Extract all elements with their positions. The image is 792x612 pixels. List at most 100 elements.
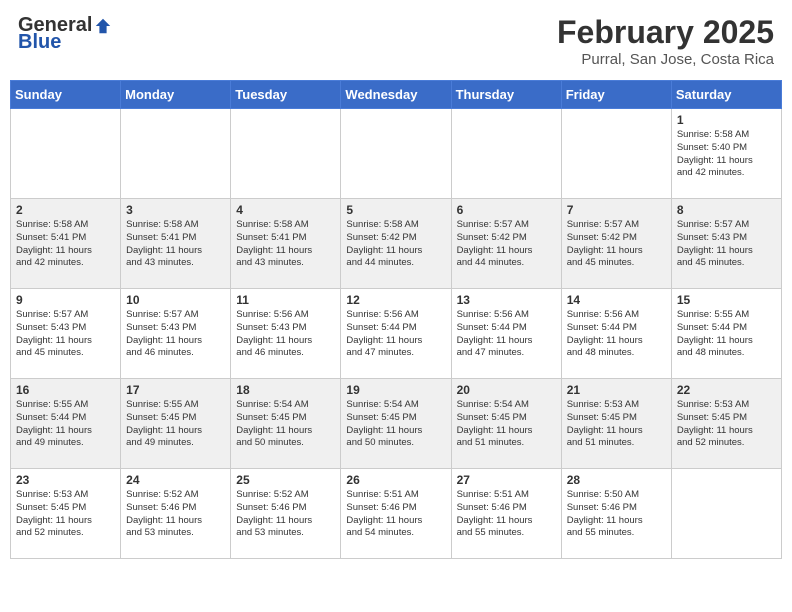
- day-header-saturday: Saturday: [671, 81, 781, 109]
- day-info: Sunrise: 5:58 AM Sunset: 5:41 PM Dayligh…: [236, 219, 335, 270]
- calendar-cell: [451, 109, 561, 199]
- day-info: Sunrise: 5:57 AM Sunset: 5:43 PM Dayligh…: [677, 219, 776, 270]
- day-info: Sunrise: 5:53 AM Sunset: 5:45 PM Dayligh…: [677, 399, 776, 450]
- calendar-cell: 22 Sunrise: 5:53 AM Sunset: 5:45 PM Dayli…: [671, 379, 781, 469]
- day-info: Sunrise: 5:55 AM Sunset: 5:44 PM Dayligh…: [677, 309, 776, 360]
- day-info: Sunrise: 5:57 AM Sunset: 5:42 PM Dayligh…: [567, 219, 666, 270]
- day-number: 4: [236, 203, 335, 217]
- day-info: Sunrise: 5:52 AM Sunset: 5:46 PM Dayligh…: [126, 489, 225, 540]
- day-number: 28: [567, 473, 666, 487]
- day-number: 9: [16, 293, 115, 307]
- day-info: Sunrise: 5:58 AM Sunset: 5:42 PM Dayligh…: [346, 219, 445, 270]
- calendar-cell: 13Sunrise: 5:56 AM Sunset: 5:44 PM Dayli…: [451, 289, 561, 379]
- calendar-table: SundayMondayTuesdayWednesdayThursdayFrid…: [10, 80, 782, 559]
- calendar-cell: 10 Sunrise: 5:57 AM Sunset: 5:43 PM Dayli…: [121, 289, 231, 379]
- day-number: 27: [457, 473, 556, 487]
- calendar-cell: 7 Sunrise: 5:57 AM Sunset: 5:42 PM Daylig…: [561, 199, 671, 289]
- calendar-cell: 20 Sunrise: 5:54 AM Sunset: 5:45 PM Dayli…: [451, 379, 561, 469]
- calendar-cell: 26 Sunrise: 5:51 AM Sunset: 5:46 PM Dayli…: [341, 469, 451, 559]
- location-text: Purral, San Jose, Costa Rica: [557, 51, 774, 68]
- calendar-header-row: SundayMondayTuesdayWednesdayThursdayFrid…: [11, 81, 782, 109]
- calendar-cell: 28 Sunrise: 5:50 AM Sunset: 5:46 PM Dayli…: [561, 469, 671, 559]
- day-info: Sunrise: 5:51 AM Sunset: 5:46 PM Dayligh…: [346, 489, 445, 540]
- calendar-cell: 5 Sunrise: 5:58 AM Sunset: 5:42 PM Daylig…: [341, 199, 451, 289]
- title-block: February 2025 Purral, San Jose, Costa Ri…: [557, 14, 774, 68]
- day-header-wednesday: Wednesday: [341, 81, 451, 109]
- calendar-week-row: 1 Sunrise: 5:58 AM Sunset: 5:40 PM Daylig…: [11, 109, 782, 199]
- day-header-monday: Monday: [121, 81, 231, 109]
- day-info: Sunrise: 5:58 AM Sunset: 5:41 PM Dayligh…: [126, 219, 225, 270]
- calendar-cell: 24Sunrise: 5:52 AM Sunset: 5:46 PM Dayli…: [121, 469, 231, 559]
- calendar-cell: [561, 109, 671, 199]
- logo-blue-text: Blue: [18, 31, 61, 54]
- day-header-thursday: Thursday: [451, 81, 561, 109]
- day-info: Sunrise: 5:55 AM Sunset: 5:44 PM Dayligh…: [16, 399, 115, 450]
- page-header: General Blue February 2025 Purral, San J…: [10, 10, 782, 72]
- calendar-week-row: 2 Sunrise: 5:58 AM Sunset: 5:41 PM Daylig…: [11, 199, 782, 289]
- day-number: 15: [677, 293, 776, 307]
- calendar-cell: 17 Sunrise: 5:55 AM Sunset: 5:45 PM Dayli…: [121, 379, 231, 469]
- day-info: Sunrise: 5:53 AM Sunset: 5:45 PM Dayligh…: [567, 399, 666, 450]
- calendar-cell: 11 Sunrise: 5:56 AM Sunset: 5:43 PM Dayli…: [231, 289, 341, 379]
- calendar-cell: 16 Sunrise: 5:55 AM Sunset: 5:44 PM Dayli…: [11, 379, 121, 469]
- day-number: 1: [677, 113, 776, 127]
- day-number: 18: [236, 383, 335, 397]
- day-info: Sunrise: 5:54 AM Sunset: 5:45 PM Dayligh…: [236, 399, 335, 450]
- day-number: 2: [16, 203, 115, 217]
- day-number: 14: [567, 293, 666, 307]
- calendar-cell: [11, 109, 121, 199]
- day-number: 7: [567, 203, 666, 217]
- day-number: 26: [346, 473, 445, 487]
- calendar-week-row: 9 Sunrise: 5:57 AM Sunset: 5:43 PM Daylig…: [11, 289, 782, 379]
- day-number: 22: [677, 383, 776, 397]
- calendar-cell: 12 Sunrise: 5:56 AM Sunset: 5:44 PM Dayli…: [341, 289, 451, 379]
- day-info: Sunrise: 5:58 AM Sunset: 5:40 PM Dayligh…: [677, 129, 776, 180]
- calendar-cell: 2 Sunrise: 5:58 AM Sunset: 5:41 PM Daylig…: [11, 199, 121, 289]
- day-info: Sunrise: 5:57 AM Sunset: 5:42 PM Dayligh…: [457, 219, 556, 270]
- day-info: Sunrise: 5:57 AM Sunset: 5:43 PM Dayligh…: [16, 309, 115, 360]
- day-number: 25: [236, 473, 335, 487]
- day-number: 8: [677, 203, 776, 217]
- day-header-sunday: Sunday: [11, 81, 121, 109]
- day-number: 10: [126, 293, 225, 307]
- calendar-cell: 14 Sunrise: 5:56 AM Sunset: 5:44 PM Dayli…: [561, 289, 671, 379]
- day-info: Sunrise: 5:56 AM Sunset: 5:43 PM Dayligh…: [236, 309, 335, 360]
- logo-icon: [94, 17, 112, 35]
- day-number: 6: [457, 203, 556, 217]
- calendar-week-row: 23 Sunrise: 5:53 AM Sunset: 5:45 PM Dayli…: [11, 469, 782, 559]
- calendar-cell: [341, 109, 451, 199]
- calendar-cell: [231, 109, 341, 199]
- calendar-cell: 19 Sunrise: 5:54 AM Sunset: 5:45 PM Dayli…: [341, 379, 451, 469]
- day-info: Sunrise: 5:56 AM Sunset: 5:44 PM Dayligh…: [346, 309, 445, 360]
- calendar-cell: 8 Sunrise: 5:57 AM Sunset: 5:43 PM Daylig…: [671, 199, 781, 289]
- calendar-cell: 9 Sunrise: 5:57 AM Sunset: 5:43 PM Daylig…: [11, 289, 121, 379]
- day-info: Sunrise: 5:54 AM Sunset: 5:45 PM Dayligh…: [346, 399, 445, 450]
- day-info: Sunrise: 5:53 AM Sunset: 5:45 PM Dayligh…: [16, 489, 115, 540]
- calendar-cell: 21 Sunrise: 5:53 AM Sunset: 5:45 PM Dayli…: [561, 379, 671, 469]
- day-info: Sunrise: 5:52 AM Sunset: 5:46 PM Dayligh…: [236, 489, 335, 540]
- day-number: 21: [567, 383, 666, 397]
- calendar-week-row: 16 Sunrise: 5:55 AM Sunset: 5:44 PM Dayli…: [11, 379, 782, 469]
- day-info: Sunrise: 5:50 AM Sunset: 5:46 PM Dayligh…: [567, 489, 666, 540]
- calendar-cell: 1 Sunrise: 5:58 AM Sunset: 5:40 PM Daylig…: [671, 109, 781, 199]
- day-info: Sunrise: 5:51 AM Sunset: 5:46 PM Dayligh…: [457, 489, 556, 540]
- day-info: Sunrise: 5:58 AM Sunset: 5:41 PM Dayligh…: [16, 219, 115, 270]
- calendar-cell: 6 Sunrise: 5:57 AM Sunset: 5:42 PM Daylig…: [451, 199, 561, 289]
- day-info: Sunrise: 5:56 AM Sunset: 5:44 PM Dayligh…: [567, 309, 666, 360]
- calendar-cell: 3Sunrise: 5:58 AM Sunset: 5:41 PM Daylig…: [121, 199, 231, 289]
- day-number: 11: [236, 293, 335, 307]
- day-number: 23: [16, 473, 115, 487]
- day-info: Sunrise: 5:54 AM Sunset: 5:45 PM Dayligh…: [457, 399, 556, 450]
- day-number: 12: [346, 293, 445, 307]
- logo: General Blue: [18, 14, 112, 54]
- day-header-tuesday: Tuesday: [231, 81, 341, 109]
- day-info: Sunrise: 5:57 AM Sunset: 5:43 PM Dayligh…: [126, 309, 225, 360]
- day-number: 5: [346, 203, 445, 217]
- day-header-friday: Friday: [561, 81, 671, 109]
- month-title: February 2025: [557, 14, 774, 51]
- day-number: 17: [126, 383, 225, 397]
- day-number: 20: [457, 383, 556, 397]
- day-info: Sunrise: 5:55 AM Sunset: 5:45 PM Dayligh…: [126, 399, 225, 450]
- day-number: 19: [346, 383, 445, 397]
- day-number: 16: [16, 383, 115, 397]
